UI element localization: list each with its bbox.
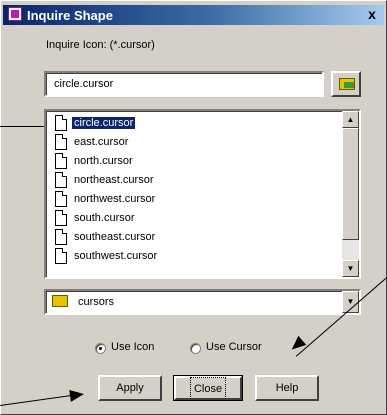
scroll-thumb[interactable] bbox=[342, 128, 359, 240]
close-button-face: Close bbox=[174, 376, 242, 401]
list-item[interactable]: south.cursor bbox=[50, 209, 335, 228]
scroll-down-icon[interactable]: ▼ bbox=[342, 260, 359, 277]
title-bar[interactable]: Inquire Shape x bbox=[3, 5, 384, 25]
inquire-icon-value: circle.cursor bbox=[54, 78, 114, 90]
document-icon bbox=[55, 229, 67, 245]
use-cursor-label: Use Cursor bbox=[206, 341, 262, 353]
document-icon bbox=[55, 153, 67, 169]
document-icon bbox=[55, 210, 67, 226]
close-icon[interactable]: x bbox=[364, 6, 380, 22]
arrowhead-buttons bbox=[69, 388, 85, 402]
document-icon bbox=[55, 191, 67, 207]
help-button[interactable]: Help bbox=[255, 375, 319, 401]
document-icon bbox=[55, 134, 67, 150]
use-cursor-radio[interactable] bbox=[190, 343, 201, 354]
list-item-label: northwest.cursor bbox=[74, 193, 156, 205]
list-items: circle.cursor east.cursor north.cursor nort… bbox=[50, 114, 335, 266]
use-icon-radio[interactable] bbox=[95, 343, 106, 354]
list-item[interactable]: southeast.cursor bbox=[50, 228, 335, 247]
folder-dropdown-value: cursors bbox=[78, 296, 115, 308]
app-icon bbox=[8, 7, 22, 21]
list-item-label: southwest.cursor bbox=[74, 250, 158, 262]
close-button[interactable]: Close bbox=[173, 375, 243, 401]
callout-line-list bbox=[0, 126, 44, 127]
list-item[interactable]: southwest.cursor bbox=[50, 247, 335, 266]
folder-open-icon bbox=[339, 78, 355, 90]
list-item-label: east.cursor bbox=[74, 136, 129, 148]
cursor-file-list[interactable]: circle.cursor east.cursor north.cursor nort… bbox=[44, 109, 361, 279]
scroll-up-icon[interactable]: ▲ bbox=[342, 111, 359, 128]
document-icon bbox=[55, 115, 67, 131]
folder-dropdown[interactable]: cursors ▼ bbox=[44, 289, 361, 315]
inquire-shape-dialog: Inquire Shape x Inquire Icon: (*.cursor)… bbox=[0, 0, 387, 415]
list-item[interactable]: east.cursor bbox=[50, 133, 335, 152]
folder-icon bbox=[52, 295, 68, 307]
list-item-label: south.cursor bbox=[74, 212, 135, 224]
list-item[interactable]: circle.cursor bbox=[50, 114, 335, 133]
window-title: Inquire Shape bbox=[27, 8, 113, 23]
apply-button[interactable]: Apply bbox=[98, 375, 162, 401]
close-button-label: Close bbox=[189, 377, 227, 401]
list-item[interactable]: northeast.cursor bbox=[50, 171, 335, 190]
inquire-icon-label: Inquire Icon: (*.cursor) bbox=[46, 39, 155, 51]
document-icon bbox=[55, 248, 67, 264]
list-item-label: circle.cursor bbox=[72, 117, 136, 129]
browse-button[interactable] bbox=[331, 71, 361, 97]
list-item[interactable]: northwest.cursor bbox=[50, 190, 335, 209]
document-icon bbox=[55, 172, 67, 188]
list-item-label: north.cursor bbox=[74, 155, 133, 167]
inquire-icon-input[interactable]: circle.cursor bbox=[44, 71, 324, 97]
use-icon-label: Use Icon bbox=[111, 341, 155, 353]
list-scrollbar[interactable]: ▲ ▼ bbox=[342, 111, 359, 277]
list-item-label: southeast.cursor bbox=[74, 231, 156, 243]
list-item[interactable]: north.cursor bbox=[50, 152, 335, 171]
list-item-label: northeast.cursor bbox=[74, 174, 154, 186]
